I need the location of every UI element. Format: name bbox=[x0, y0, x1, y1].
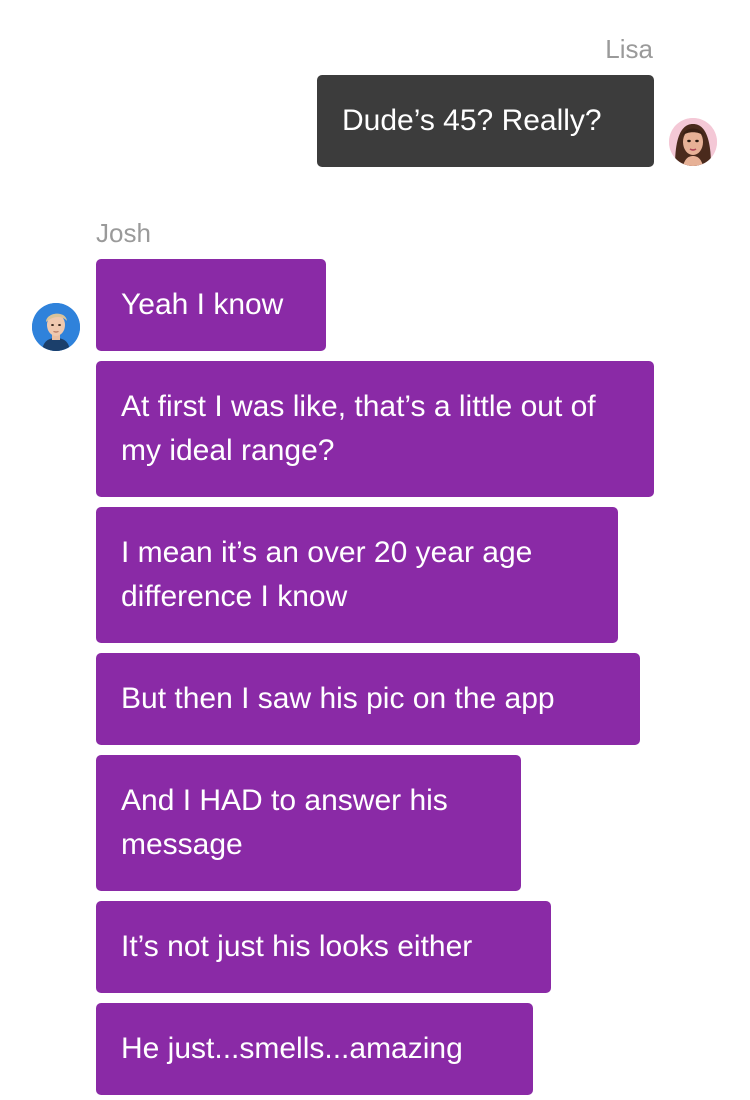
message-text: He just...smells...amazing bbox=[121, 1032, 463, 1065]
message-text: It’s not just his looks either bbox=[121, 930, 473, 963]
message-text: Yeah I know bbox=[121, 288, 284, 321]
message-bubble-incoming[interactable]: And I HAD to answer his message bbox=[96, 755, 521, 891]
sender-name-josh: Josh bbox=[96, 218, 151, 248]
message-bubble-incoming[interactable]: He just...smells...amazing bbox=[96, 1003, 533, 1095]
message-bubble-incoming[interactable]: At first I was like, that’s a little out… bbox=[96, 361, 654, 497]
message-text: I mean it’s an over 20 year age differen… bbox=[121, 536, 533, 613]
message-text: And I HAD to answer his message bbox=[121, 784, 448, 861]
sender-name-lisa: Lisa bbox=[605, 34, 653, 64]
message-text: But then I saw his pic on the app bbox=[121, 682, 555, 715]
message-text: At first I was like, that’s a little out… bbox=[121, 390, 596, 467]
message-bubble-incoming[interactable]: Yeah I know bbox=[96, 259, 326, 351]
message-bubble-outgoing[interactable]: Dude’s 45? Really? bbox=[317, 75, 654, 167]
man-avatar-icon[interactable] bbox=[32, 303, 80, 351]
message-text: Dude’s 45? Really? bbox=[342, 104, 602, 137]
woman-avatar-icon[interactable] bbox=[669, 118, 717, 166]
message-bubble-incoming[interactable]: But then I saw his pic on the app bbox=[96, 653, 640, 745]
message-bubble-incoming[interactable]: I mean it’s an over 20 year age differen… bbox=[96, 507, 618, 643]
message-bubble-incoming[interactable]: It’s not just his looks either bbox=[96, 901, 551, 993]
